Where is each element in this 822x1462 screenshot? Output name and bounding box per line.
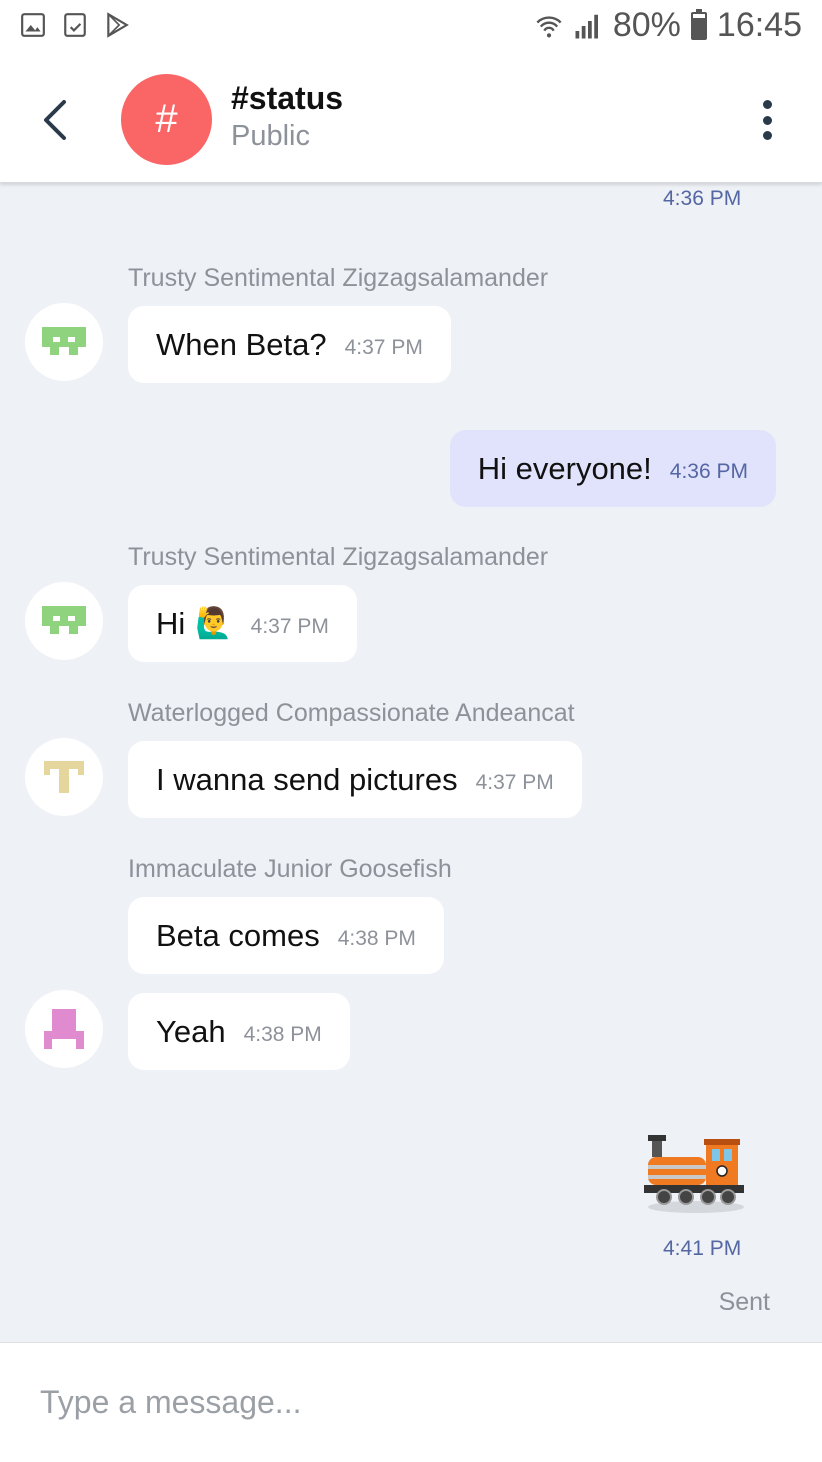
message-text: Beta comes (156, 917, 320, 953)
user-avatar[interactable] (25, 738, 103, 816)
message-time: 4:38 PM (243, 1022, 322, 1046)
message-time: 4:38 PM (337, 926, 416, 950)
user-avatar[interactable] (25, 990, 103, 1068)
composer-bar (0, 1342, 822, 1462)
message-time: 4:37 PM (344, 335, 423, 359)
message-time: 4:36 PM (669, 459, 748, 483)
message-time: 4:37 PM (475, 770, 554, 794)
message-bubble[interactable]: Beta comes 4:38 PM (128, 897, 444, 974)
message-bubble[interactable]: When Beta? 4:37 PM (128, 306, 451, 383)
identicon-pink (44, 1009, 84, 1049)
battery-percent: 80% (612, 6, 681, 44)
message-text: I wanna send pictures (156, 761, 458, 797)
chat-header: # #status Public (0, 56, 822, 183)
gallery-icon (21, 13, 45, 37)
message-bubble[interactable]: I wanna send pictures 4:37 PM (128, 741, 582, 818)
message-text: Hi everyone! (477, 450, 652, 486)
status-bar: 80% 16:45 (0, 0, 822, 56)
channel-title[interactable]: #status (231, 80, 343, 117)
message-bubble[interactable]: Yeah 4:38 PM (128, 993, 350, 1070)
message-text: Yeah (156, 1013, 226, 1049)
message-time: 4:37 PM (250, 614, 329, 638)
message-input[interactable] (40, 1377, 780, 1427)
message-bubble[interactable]: Hi 🙋‍♂️ 4:37 PM (128, 585, 357, 662)
raising-hand-emoji: 🙋‍♂️ (195, 607, 233, 640)
back-arrow-icon[interactable] (36, 96, 80, 144)
identicon-green (42, 606, 86, 634)
identicon-yellow (44, 761, 84, 793)
tablet-check-icon (64, 13, 86, 37)
wifi-icon (536, 15, 562, 37)
sender-name: Waterlogged Compassionate Andeancat (128, 699, 575, 727)
locomotive-sticker[interactable] (644, 1135, 748, 1215)
user-avatar[interactable] (25, 303, 103, 381)
sender-name: Trusty Sentimental Zigzagsalamander (128, 264, 549, 292)
channel-subtitle: Public (231, 120, 310, 152)
signal-icon (575, 14, 598, 38)
message-text: When Beta? (156, 326, 327, 362)
message-time: 4:41 PM (663, 1237, 742, 1260)
clock: 16:45 (716, 6, 802, 44)
message-text: Hi (156, 605, 186, 641)
sender-name: Immaculate Junior Goosefish (128, 855, 452, 883)
message-time: 4:36 PM (663, 187, 742, 210)
play-store-icon (107, 12, 129, 38)
identicon-green (42, 327, 86, 355)
battery-icon (690, 8, 707, 40)
channel-avatar[interactable]: # (121, 74, 212, 165)
delivery-status: Sent (718, 1288, 770, 1316)
more-vert-icon[interactable] (760, 100, 774, 140)
user-avatar[interactable] (25, 582, 103, 660)
own-message-bubble[interactable]: Hi everyone! 4:36 PM (449, 430, 776, 507)
sender-name: Trusty Sentimental Zigzagsalamander (128, 543, 549, 571)
